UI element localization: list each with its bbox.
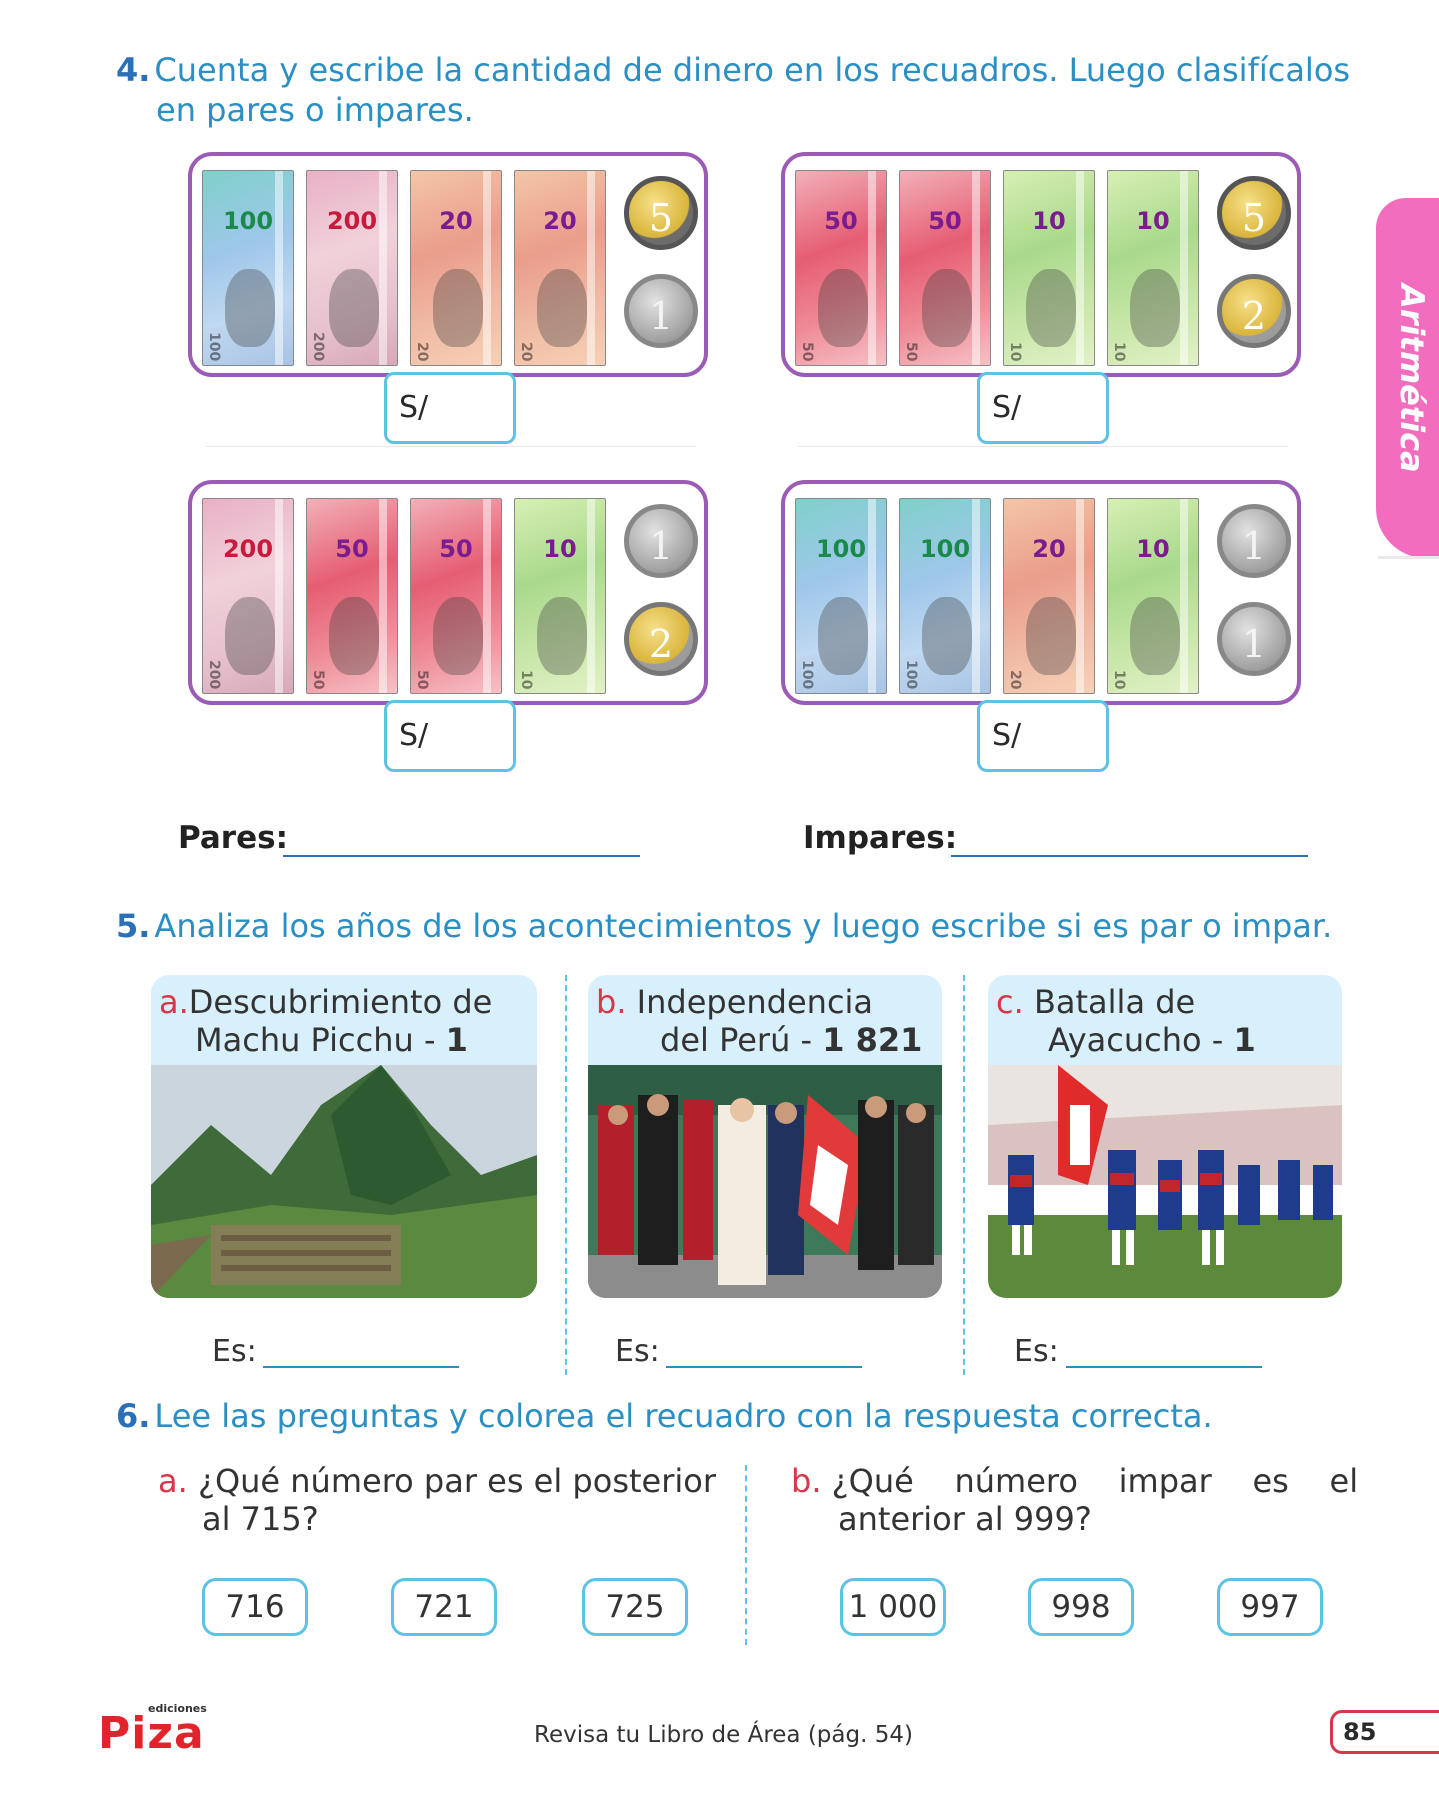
q6a-option-3[interactable]: 725 <box>582 1578 688 1636</box>
coin-5: 5 <box>624 176 698 250</box>
q4-text-line1: Cuenta y escribe la cantidad de dinero e… <box>154 51 1351 89</box>
bill-10: 10 10 <box>514 498 606 694</box>
coin-1: 1 <box>624 504 698 578</box>
q6a-option-1[interactable]: 716 <box>202 1578 308 1636</box>
q5-number: 5. <box>116 907 151 945</box>
book-reference: Revisa tu Libro de Área (pág. 54) <box>534 1722 913 1748</box>
bill-200: 200 200 <box>306 170 398 366</box>
pares-answer-line[interactable] <box>283 855 640 857</box>
bill-20: 20 20 <box>514 170 606 366</box>
bill-10: 10 10 <box>1107 170 1199 366</box>
answer-box-3[interactable]: S/ <box>384 700 516 772</box>
card-b-header: b. Independencia del Perú - 1 821 <box>588 975 942 1065</box>
q4-number: 4. <box>116 51 151 89</box>
bill-20: 20 20 <box>410 170 502 366</box>
card-a-header: a.Descubrimiento de Machu Picchu - 1 911 <box>151 975 537 1097</box>
card-c-header: c. Batalla de Ayacucho - 1 824 <box>988 975 1342 1097</box>
coin-5: 5 <box>1217 176 1291 250</box>
q6-text: Lee las preguntas y colorea el recuadro … <box>154 1397 1213 1435</box>
coin-1: 1 <box>624 274 698 348</box>
q6b-option-1[interactable]: 1 000 <box>840 1578 946 1636</box>
coin-1: 1 <box>1217 504 1291 578</box>
q5-instruction: 5. Analiza los años de los acontecimiento… <box>116 906 1366 946</box>
page-number: 85 <box>1330 1710 1439 1754</box>
bill-50: 50 50 <box>795 170 887 366</box>
bill-10: 10 10 <box>1107 498 1199 694</box>
q6b-option-2[interactable]: 998 <box>1028 1578 1134 1636</box>
impares-answer-line[interactable] <box>951 855 1308 857</box>
independence-ceremony-photo <box>588 1065 942 1298</box>
money-group-2: 50 50 50 50 10 10 10 10 5 2 <box>781 152 1301 377</box>
q4-instruction: 4. Cuenta y escribe la cantidad de dinero… <box>116 50 1366 90</box>
coin-2: 2 <box>624 602 698 676</box>
publisher-logo: ediciones Piza <box>98 1702 207 1759</box>
q6-number: 6. <box>116 1397 151 1435</box>
section-tab-aritmetica: Aritmética <box>1376 198 1439 558</box>
money-group-3: 200 200 50 50 50 50 10 10 1 2 <box>188 480 708 705</box>
q6b-question: b. ¿Qué número impar es el anterior al 9… <box>791 1462 1359 1538</box>
answer-box-2[interactable]: S/ <box>977 372 1109 444</box>
bill-100: 100 100 <box>795 498 887 694</box>
ayacucho-parade-photo <box>988 1065 1342 1298</box>
pares-label: Pares: <box>178 820 288 856</box>
q6a-option-2[interactable]: 721 <box>391 1578 497 1636</box>
bill-200: 200 200 <box>202 498 294 694</box>
es-label-b: Es: <box>615 1334 660 1369</box>
bill-10: 10 10 <box>1003 170 1095 366</box>
bill-100: 100 100 <box>202 170 294 366</box>
es-answer-line-b[interactable] <box>666 1366 862 1368</box>
q4-text-line2: en pares o impares. <box>156 91 474 129</box>
money-group-1: 100 100 200 200 20 20 20 20 5 1 <box>188 152 708 377</box>
q6-instruction: 6. Lee las preguntas y colorea el recuadr… <box>116 1396 1366 1436</box>
bill-50: 50 50 <box>306 498 398 694</box>
answer-box-1[interactable]: S/ <box>384 372 516 444</box>
q6a-question: a. ¿Qué número par es el posterior al 71… <box>158 1462 716 1538</box>
es-answer-line-a[interactable] <box>263 1366 459 1368</box>
bill-50: 50 50 <box>899 170 991 366</box>
bill-20: 20 20 <box>1003 498 1095 694</box>
coin-1: 1 <box>1217 602 1291 676</box>
impares-label: Impares: <box>803 820 958 856</box>
q5-text: Analiza los años de los acontecimientos … <box>154 907 1333 945</box>
bill-50: 50 50 <box>410 498 502 694</box>
bill-100: 100 100 <box>899 498 991 694</box>
es-label-c: Es: <box>1014 1334 1059 1369</box>
es-label-a: Es: <box>212 1334 257 1369</box>
es-answer-line-c[interactable] <box>1066 1366 1262 1368</box>
answer-box-4[interactable]: S/ <box>977 700 1109 772</box>
machu-picchu-photo <box>151 1065 537 1298</box>
q6b-option-3[interactable]: 997 <box>1217 1578 1323 1636</box>
coin-2: 2 <box>1217 274 1291 348</box>
money-group-4: 100 100 100 100 20 20 10 10 1 1 <box>781 480 1301 705</box>
